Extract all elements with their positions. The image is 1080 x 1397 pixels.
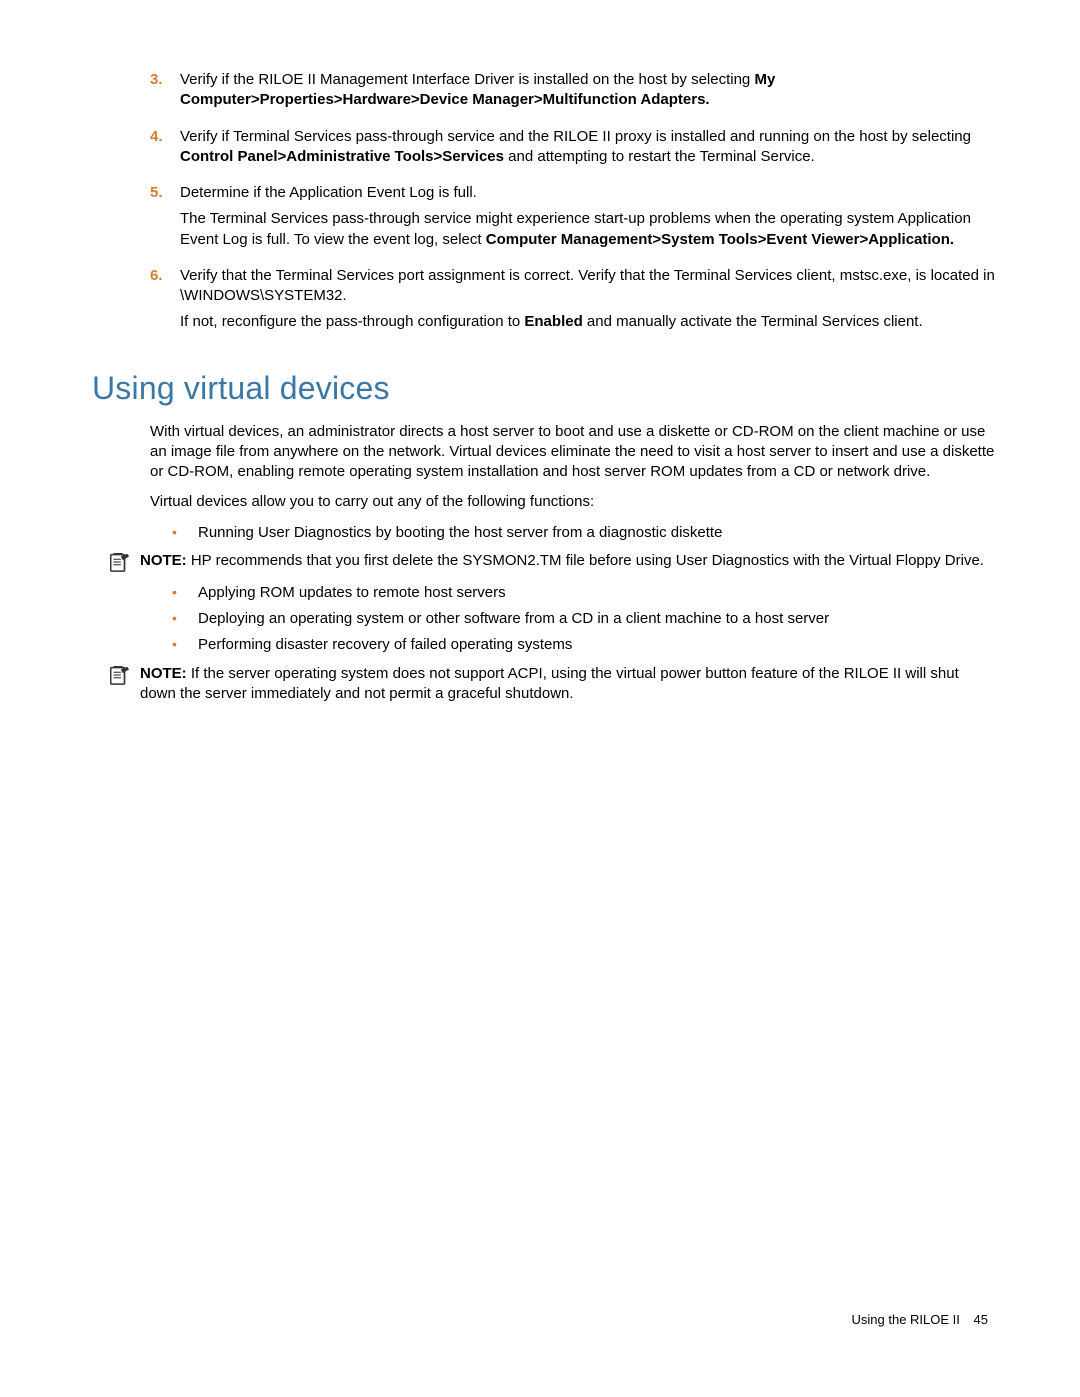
text-run: If the server operating system does not … [140, 665, 959, 702]
step-body: Verify if Terminal Services pass-through… [180, 127, 995, 174]
bullet-text: Applying ROM updates to remote host serv… [198, 583, 506, 603]
note-text: NOTE: If the server operating system doe… [140, 664, 995, 705]
footer-title: Using the RILOE II [852, 1312, 960, 1327]
note-icon [108, 664, 130, 686]
note-label: NOTE: [140, 552, 187, 569]
step-text: If not, reconfigure the pass-through con… [180, 312, 995, 332]
note-block-2: NOTE: If the server operating system doe… [92, 664, 995, 705]
page-number: 45 [974, 1312, 988, 1327]
step-text: Verify that the Terminal Services port a… [180, 266, 995, 307]
text-run: If not, reconfigure the pass-through con… [180, 313, 524, 330]
bold-path: Control Panel>Administrative Tools>Servi… [180, 148, 504, 165]
step-body: Verify if the RILOE II Management Interf… [180, 70, 995, 117]
step-4: 4. Verify if Terminal Services pass-thro… [92, 127, 995, 174]
bullet-text: Performing disaster recovery of failed o… [198, 635, 572, 655]
step-5: 5. Determine if the Application Event Lo… [92, 183, 995, 256]
step-text: Verify if the RILOE II Management Interf… [180, 70, 995, 111]
bullet-dot-icon: • [172, 609, 198, 629]
note-icon [108, 551, 130, 573]
intro-block: With virtual devices, an administrator d… [92, 422, 995, 513]
step-body: Verify that the Terminal Services port a… [180, 266, 995, 339]
step-text: The Terminal Services pass-through servi… [180, 209, 995, 250]
page-footer: Using the RILOE II 45 [852, 1311, 988, 1329]
intro-paragraph: With virtual devices, an administrator d… [150, 422, 995, 483]
bullet-text: Deploying an operating system or other s… [198, 609, 829, 629]
step-number: 5. [150, 183, 180, 256]
step-3: 3. Verify if the RILOE II Management Int… [92, 70, 995, 117]
note-label: NOTE: [140, 665, 187, 682]
bullet-dot-icon: • [172, 523, 198, 543]
bullet-item: • Running User Diagnostics by booting th… [172, 523, 995, 543]
note-body: NOTE: HP recommends that you first delet… [140, 551, 995, 571]
intro-paragraph: Virtual devices allow you to carry out a… [150, 492, 995, 512]
step-number: 6. [150, 266, 180, 339]
step-number: 4. [150, 127, 180, 174]
step-number: 3. [150, 70, 180, 117]
bold-word: Enabled [524, 313, 582, 330]
bullet-list-2: • Applying ROM updates to remote host se… [92, 583, 995, 656]
bullet-item: • Deploying an operating system or other… [172, 609, 995, 629]
step-text: Verify if Terminal Services pass-through… [180, 127, 995, 168]
bullet-item: • Performing disaster recovery of failed… [172, 635, 995, 655]
bullet-list-1: • Running User Diagnostics by booting th… [92, 523, 995, 543]
step-text: Determine if the Application Event Log i… [180, 183, 995, 203]
bullet-dot-icon: • [172, 583, 198, 603]
bold-path: Computer Management>System Tools>Event V… [486, 231, 954, 248]
note-body: NOTE: If the server operating system doe… [140, 664, 995, 705]
text-run: Verify if Terminal Services pass-through… [180, 128, 971, 145]
step-body: Determine if the Application Event Log i… [180, 183, 995, 256]
page-content: 3. Verify if the RILOE II Management Int… [0, 0, 1080, 704]
bullet-dot-icon: • [172, 635, 198, 655]
note-text: NOTE: HP recommends that you first delet… [140, 551, 995, 571]
text-run: HP recommends that you first delete the … [187, 552, 984, 569]
bullet-text: Running User Diagnostics by booting the … [198, 523, 722, 543]
text-run: and attempting to restart the Terminal S… [504, 148, 815, 165]
step-6: 6. Verify that the Terminal Services por… [92, 266, 995, 339]
bullet-item: • Applying ROM updates to remote host se… [172, 583, 995, 603]
note-block-1: NOTE: HP recommends that you first delet… [92, 551, 995, 573]
section-heading: Using virtual devices [92, 367, 995, 410]
text-run: Verify if the RILOE II Management Interf… [180, 71, 754, 88]
text-run: and manually activate the Terminal Servi… [583, 313, 923, 330]
ordered-list: 3. Verify if the RILOE II Management Int… [92, 70, 995, 339]
